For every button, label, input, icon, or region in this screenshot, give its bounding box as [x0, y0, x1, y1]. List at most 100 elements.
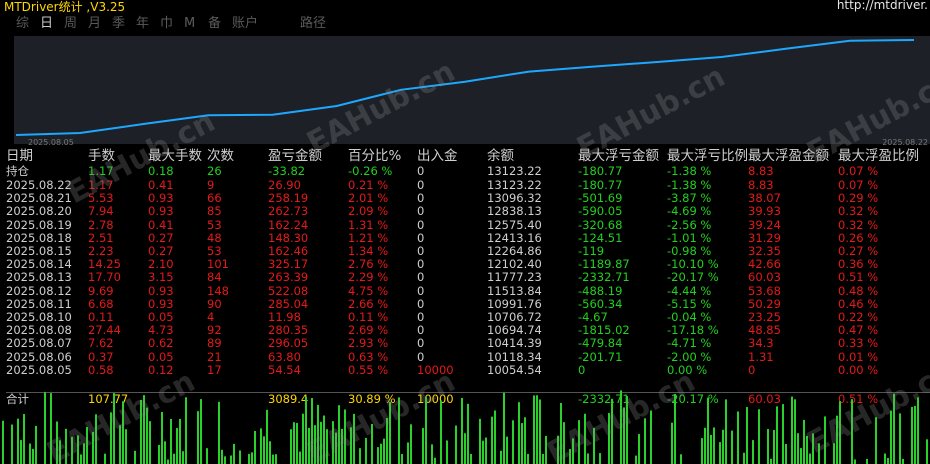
balance-cell: 13123.22 — [487, 178, 542, 192]
website-link[interactable]: http://mtdriver. — [837, 0, 928, 12]
table-row[interactable]: 2025.08.06 0.37 0.05 21 63.80 0.63 % 0 10118.34… — [6, 349, 930, 364]
histogram-bar — [812, 433, 814, 464]
histogram-bar — [173, 453, 175, 464]
histogram-bar — [518, 402, 520, 464]
table-row[interactable]: 2025.08.11 6.68 0.93 90 285.04 2.66 % 0 10991.7… — [6, 296, 930, 311]
table-row[interactable]: 2025.08.15 2.23 0.27 53 162.46 1.34 % 0 12264.8… — [6, 245, 930, 258]
header-percent[interactable]: 百分比% — [348, 148, 401, 164]
histogram-bar — [722, 429, 724, 464]
header-deposit[interactable]: 出入金 — [417, 148, 458, 164]
histogram-bar — [380, 443, 382, 464]
header-lots[interactable]: 手数 — [88, 148, 115, 164]
count-cell: 21 — [207, 349, 222, 364]
max-float-profit-pct-cell: 0.29 % — [838, 191, 879, 206]
header-max-lots[interactable]: 最大手数 — [148, 148, 202, 164]
pnl-cell: 262.73 — [268, 204, 309, 219]
histogram-bar — [887, 457, 889, 464]
table-row[interactable]: 2025.08.08 27.44 4.73 92 280.35 2.69 % 0 10694.… — [6, 324, 930, 337]
lots-cell: 1.17 — [88, 164, 114, 178]
histogram-bar — [185, 397, 187, 464]
header-date[interactable]: 日期 — [6, 148, 33, 164]
histogram-bar — [500, 450, 502, 464]
table-row[interactable]: 2025.08.10 0.11 0.05 4 11.98 0.11 % 0 10706.72 -… — [6, 311, 930, 324]
table-row[interactable]: 2025.08.21 5.53 0.93 66 258.19 2.01 % 0 13096.3… — [6, 192, 930, 205]
tab-notes[interactable]: 备 — [208, 14, 232, 34]
histogram-bar — [359, 448, 361, 464]
max-float-profit-pct-cell: 0.47 % — [838, 323, 879, 338]
max-float-profit-pct-cell: 0.22 % — [838, 310, 879, 324]
histogram-bar — [644, 418, 646, 464]
table-row[interactable]: 2025.08.07 7.62 0.62 89 296.05 2.93 % 0 10414.3… — [6, 337, 930, 350]
histogram-bar — [470, 453, 472, 464]
header-max-float-profit-pct[interactable]: 最大浮盈比例 — [838, 148, 919, 164]
histogram-bar — [377, 447, 379, 464]
histogram-bar — [389, 401, 391, 464]
histogram-bar — [230, 455, 232, 464]
max-float-loss-cell: -590.05 — [578, 204, 623, 219]
histogram-bar — [17, 418, 19, 464]
header-balance[interactable]: 余额 — [487, 148, 514, 164]
histogram-bar — [545, 435, 547, 464]
histogram-bar — [44, 392, 46, 464]
balance-cell: 10694.74 — [487, 323, 542, 338]
table-row[interactable]: 2025.08.22 1.17 0.41 9 26.90 0.21 % 0 13123.22 -… — [6, 179, 930, 192]
max-float-loss-pct-cell: -0.98 % — [667, 244, 712, 258]
histogram-bar — [341, 428, 343, 464]
histogram-bar — [272, 454, 274, 464]
max-lots-cell: 0.41 — [148, 178, 174, 192]
lots-cell: 7.62 — [88, 336, 114, 351]
header-max-float-loss[interactable]: 最大浮亏金额 — [578, 148, 659, 164]
open-position-row[interactable]: 持仓 1.17 0.18 26 -33.82 -0.26 % 0 13123.22 -180.7… — [6, 165, 930, 178]
histogram-bar — [611, 398, 613, 464]
table-row[interactable]: 2025.08.18 2.51 0.27 48 148.30 1.21 % 0 12413.1… — [6, 230, 930, 245]
tab-daily[interactable]: 日 — [40, 14, 64, 34]
count-cell: 48 — [207, 230, 222, 245]
histogram-bar — [890, 410, 892, 464]
histogram-bar — [767, 428, 769, 464]
histogram-bar — [491, 416, 493, 464]
histogram-bar — [839, 401, 841, 464]
chart-end-date: 2025.08.22 — [882, 138, 928, 147]
header-pnl[interactable]: 盈亏金额 — [268, 148, 322, 164]
tab-overview[interactable]: 综 — [16, 14, 40, 34]
histogram-bar — [917, 397, 919, 464]
histogram-bar — [455, 425, 457, 464]
histogram-bar — [350, 427, 352, 464]
table-row[interactable]: 2025.08.12 9.69 0.93 148 522.08 4.75 % 0 11513.… — [6, 283, 930, 298]
count-cell: 53 — [207, 244, 222, 258]
histogram-bar — [425, 396, 427, 464]
histogram-bar — [494, 410, 496, 464]
table-row[interactable]: 2025.08.05 0.58 0.12 17 54.54 0.55 % 10000 1005… — [6, 363, 930, 377]
equity-line — [15, 39, 915, 136]
max-float-profit-pct-cell: 0.48 % — [838, 283, 879, 298]
tab-quarterly[interactable]: 季 — [112, 14, 136, 34]
tab-weekly[interactable]: 周 — [64, 14, 88, 34]
header-max-float-loss-pct[interactable]: 最大浮亏比例 — [667, 148, 748, 164]
date-cell: 2025.08.06 — [6, 349, 72, 364]
histogram-bar — [206, 448, 208, 464]
tab-magic[interactable]: M — [184, 14, 208, 34]
histogram-bar — [707, 397, 709, 464]
histogram-bar — [824, 416, 826, 464]
tab-account[interactable]: 账户 — [232, 14, 272, 34]
table-row[interactable]: 2025.08.19 2.78 0.41 53 162.24 1.31 % 0 12575.4… — [6, 218, 930, 232]
table-row[interactable]: 2025.08.20 7.94 0.93 85 262.73 2.09 % 0 12838.1… — [6, 205, 930, 218]
statistics-panel: MTDriver统计 ,V3.25 http://mtdriver. 综 日 周… — [0, 0, 930, 464]
tab-monthly[interactable]: 月 — [88, 14, 112, 34]
table-row[interactable]: 2025.08.14 14.25 2.10 101 325.17 2.76 % 0 12102… — [6, 258, 930, 271]
histogram-bar — [713, 427, 715, 464]
header-max-float-profit[interactable]: 最大浮盈金额 — [748, 148, 829, 164]
max-float-profit-cell: 32.35 — [748, 244, 781, 258]
pnl-cell: 258.19 — [268, 191, 309, 206]
max-lots-cell: 0.93 — [148, 191, 174, 206]
histogram-bar — [20, 440, 22, 464]
deposit-cell: 0 — [417, 204, 425, 219]
max-float-loss-pct-cell: -3.87 % — [667, 191, 712, 206]
tab-yearly[interactable]: 年 — [136, 14, 160, 34]
tab-symbol[interactable]: 巾 — [160, 14, 184, 34]
table-row[interactable]: 2025.08.13 17.70 3.15 84 263.39 2.29 % 0 11777.… — [6, 271, 930, 284]
tab-path[interactable]: 路径 — [300, 14, 340, 34]
header-count[interactable]: 次数 — [207, 148, 234, 164]
max-float-loss-cell: -479.84 — [578, 336, 623, 351]
date-cell: 2025.08.11 — [6, 296, 72, 311]
